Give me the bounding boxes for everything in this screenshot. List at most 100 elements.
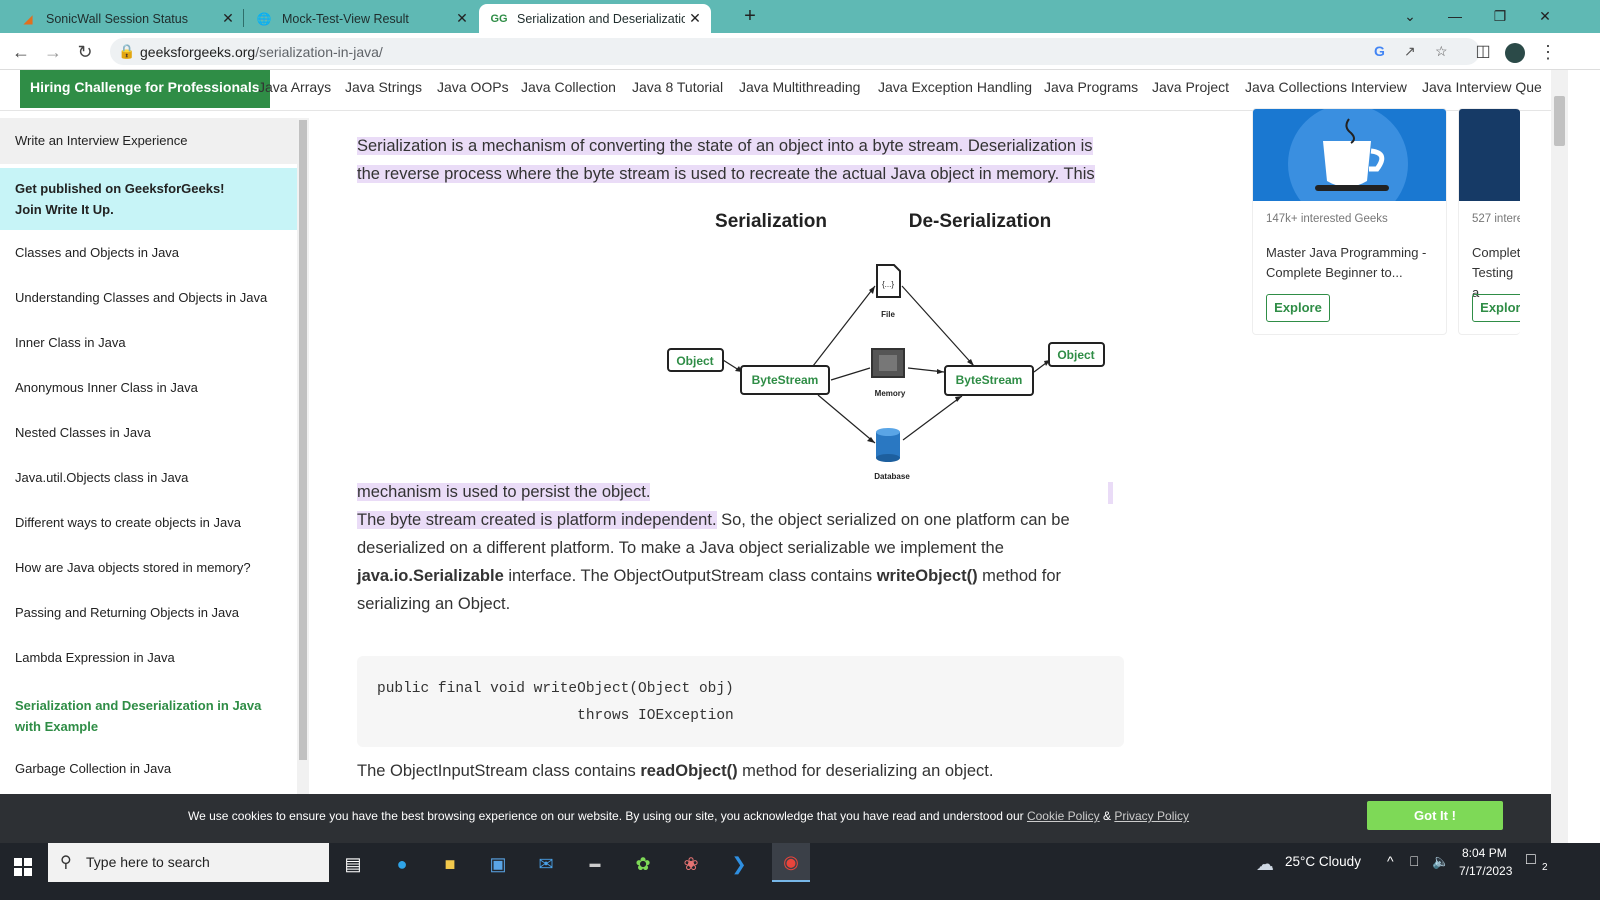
nav-link-java-collection[interactable]: Java Collection xyxy=(521,79,616,95)
nav-link-java-interview-questions[interactable]: Java Interview Que xyxy=(1422,79,1542,95)
interested-count: 147k+ interested Geeks xyxy=(1266,213,1388,225)
nav-link-java-8-tutorial[interactable]: Java 8 Tutorial xyxy=(632,79,723,95)
weather-text[interactable]: 25°C Cloudy xyxy=(1285,854,1361,869)
lock-icon[interactable]: 🔒 xyxy=(118,43,135,60)
vscode-icon[interactable]: ❯ xyxy=(724,849,754,879)
course-image xyxy=(1459,109,1520,201)
course-card[interactable]: 147k+ interested Geeks Master Java Progr… xyxy=(1252,108,1447,335)
nav-link-java-arrays[interactable]: Java Arrays xyxy=(258,79,331,95)
sidebar-item[interactable]: Classes and Objects in Java xyxy=(0,245,297,260)
spring-app-icon[interactable]: ✿ xyxy=(628,849,658,879)
cookie-text: We use cookies to ensure you have the be… xyxy=(188,809,1189,823)
network-icon[interactable]: ⎕ xyxy=(1410,853,1418,870)
sidebar-item[interactable]: Inner Class in Java xyxy=(0,335,297,350)
intro-paragraph: Serialization is a mechanism of converti… xyxy=(357,132,1127,188)
nav-link-java-collections-interview[interactable]: Java Collections Interview xyxy=(1245,79,1407,95)
course-title[interactable]: Master Java Programming - Complete Begin… xyxy=(1266,243,1436,283)
nav-link-java-programs[interactable]: Java Programs xyxy=(1044,79,1138,95)
tab-serialization[interactable]: GG Serialization and Deserialization i ✕ xyxy=(479,4,711,33)
code-block[interactable]: public final void writeObject(Object obj… xyxy=(357,656,1124,747)
side-panel-icon[interactable]: ◫ xyxy=(1471,40,1495,64)
highlighted-text: mechanism is used to persist the object. xyxy=(357,483,651,501)
tab-mock-test[interactable]: 🌐 Mock-Test-View Result ✕ xyxy=(244,4,478,33)
clock-time[interactable]: 8:04 PM xyxy=(1462,846,1507,860)
bookmark-star-icon[interactable]: ☆ xyxy=(1435,43,1448,60)
explore-button[interactable]: Explore xyxy=(1266,294,1330,322)
privacy-policy-link[interactable]: Privacy Policy xyxy=(1114,809,1189,823)
restore-button[interactable]: ❐ xyxy=(1485,4,1515,28)
tab-sonicwall[interactable]: ◢ SonicWall Session Status ✕ xyxy=(8,4,244,33)
sidebar-item[interactable]: Lambda Expression in Java xyxy=(0,650,297,665)
sidebar-item[interactable]: Nested Classes in Java xyxy=(0,425,297,440)
code-line: public final void writeObject(Object obj… xyxy=(377,681,734,697)
back-icon[interactable]: ← xyxy=(9,40,33,64)
explore-button[interactable]: Explore xyxy=(1472,294,1520,322)
sidebar-item[interactable]: Java.util.Objects class in Java xyxy=(0,470,297,485)
mail-icon[interactable]: ✉ xyxy=(531,849,561,879)
sidebar-item[interactable]: Understanding Classes and Objects in Jav… xyxy=(0,290,297,305)
paint-app-icon[interactable]: ❀ xyxy=(676,849,706,879)
close-tab-icon[interactable]: ✕ xyxy=(685,10,705,27)
menu-dots-icon[interactable]: ⋮ xyxy=(1536,40,1560,64)
sonicwall-icon: ◢ xyxy=(23,11,33,26)
file-glyph: {...} xyxy=(882,280,894,289)
minimize-button[interactable]: — xyxy=(1440,4,1470,28)
read-object-method-text: readObject() xyxy=(640,762,738,780)
hiring-challenge-button[interactable]: Hiring Challenge for Professionals xyxy=(20,70,270,108)
sidebar-item[interactable]: How are Java objects stored in memory? xyxy=(0,560,297,575)
sidebar-item[interactable]: Passing and Returning Objects in Java xyxy=(0,605,297,620)
cloud-weather-icon[interactable]: ☁ xyxy=(1250,849,1280,879)
close-tab-icon[interactable]: ✕ xyxy=(218,10,238,27)
google-translate-icon[interactable]: G xyxy=(1374,43,1385,59)
reload-icon[interactable]: ↻ xyxy=(73,40,97,64)
share-icon[interactable]: ↗ xyxy=(1404,43,1416,60)
task-view-icon[interactable]: ▤ xyxy=(338,849,368,879)
sidebar-item[interactable]: Garbage Collection in Java xyxy=(0,761,297,776)
sidebar-item-active[interactable]: Serialization and Deserialization in Jav… xyxy=(0,695,285,737)
address-bar[interactable]: 🔒 geeksforgeeks.org/serialization-in-jav… xyxy=(110,38,1480,65)
sidebar-scroll-thumb[interactable] xyxy=(299,120,307,760)
volume-muted-icon[interactable]: 🔈 xyxy=(1432,853,1449,870)
close-window-button[interactable]: ✕ xyxy=(1530,4,1560,28)
page-scrollbar[interactable] xyxy=(1551,70,1568,843)
get-published-banner[interactable]: Get published on GeeksforGeeks! Join Wri… xyxy=(0,168,297,230)
page-scroll-thumb[interactable] xyxy=(1554,96,1565,146)
got-it-button[interactable]: Got It ! xyxy=(1367,801,1503,830)
write-interview-experience-link[interactable]: Write an Interview Experience xyxy=(0,118,297,164)
tab-title: Serialization and Deserialization i xyxy=(517,11,685,26)
nav-link-java-project[interactable]: Java Project xyxy=(1152,79,1229,95)
nav-link-java-oops[interactable]: Java OOPs xyxy=(437,79,509,95)
chrome-icon[interactable]: ◉ xyxy=(772,843,810,882)
course-card[interactable]: 527 intere Complet Testing a Explore xyxy=(1458,108,1520,335)
tab-title: Mock-Test-View Result xyxy=(282,11,409,26)
terminal-app-icon[interactable]: ▬ xyxy=(580,849,610,879)
new-tab-button[interactable]: + xyxy=(738,4,762,28)
tray-chevron-icon[interactable]: ^ xyxy=(1387,853,1394,869)
edge-browser-icon[interactable]: ● xyxy=(387,849,417,879)
microsoft-store-icon[interactable]: ▣ xyxy=(483,849,513,879)
forward-icon[interactable]: → xyxy=(41,40,65,64)
cookie-amp: & xyxy=(1099,809,1115,823)
file-icon: {...} xyxy=(876,264,901,298)
nav-link-java-multithreading[interactable]: Java Multithreading xyxy=(739,79,860,95)
taskbar-search-box[interactable]: ⚲ Type here to search xyxy=(48,843,329,882)
sidebar-item[interactable]: Anonymous Inner Class in Java xyxy=(0,380,297,395)
publish-line-1: Get published on GeeksforGeeks! xyxy=(15,181,225,196)
nav-link-java-strings[interactable]: Java Strings xyxy=(345,79,422,95)
profile-avatar-icon[interactable] xyxy=(1503,40,1527,64)
paragraph-text: interface. The ObjectOutputStream class … xyxy=(503,567,877,585)
file-explorer-icon[interactable]: ■ xyxy=(435,849,465,879)
site-topic-nav: Hiring Challenge for Professionals Java … xyxy=(0,70,1568,111)
bytestream-label-right: ByteStream xyxy=(956,373,1023,387)
java-coffee-image xyxy=(1253,109,1446,224)
notification-icon[interactable]: □ xyxy=(1526,851,1536,869)
database-icon xyxy=(876,428,900,462)
close-tab-icon[interactable]: ✕ xyxy=(452,10,472,27)
sidebar-item[interactable]: Different ways to create objects in Java xyxy=(0,515,297,530)
platform-paragraph: mechanism is used to persist the object.… xyxy=(357,478,1127,618)
nav-link-java-exception-handling[interactable]: Java Exception Handling xyxy=(878,79,1032,95)
cookie-policy-link[interactable]: Cookie Policy xyxy=(1027,809,1100,823)
windows-start-icon[interactable] xyxy=(8,851,38,881)
clock-date[interactable]: 7/17/2023 xyxy=(1459,864,1512,878)
tab-search-icon[interactable]: ⌄ xyxy=(1395,4,1425,28)
